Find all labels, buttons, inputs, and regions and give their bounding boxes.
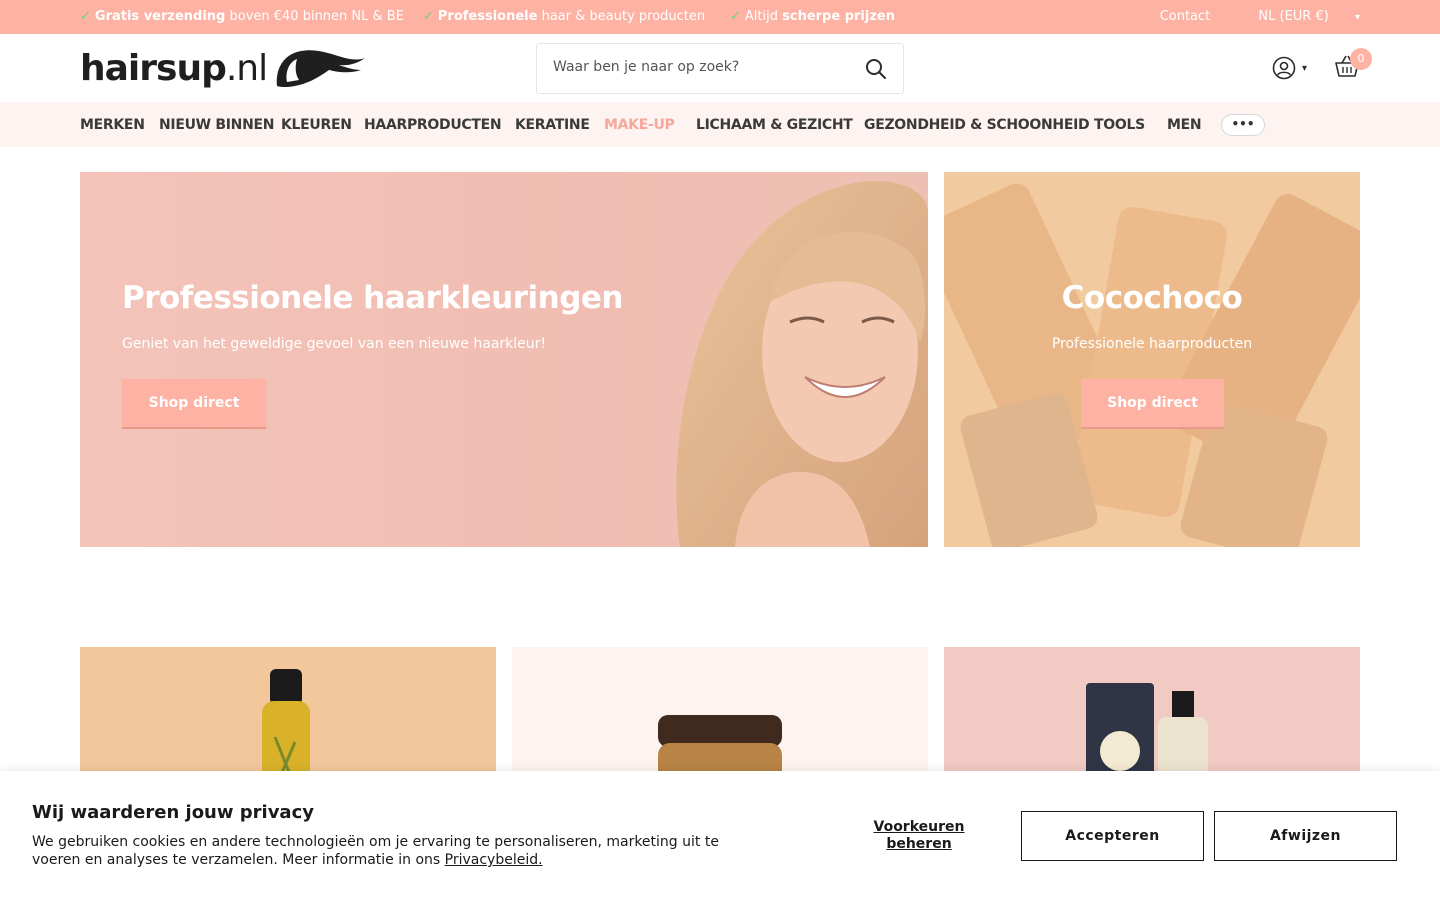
check-icon: ✓: [423, 9, 434, 24]
hero-banner-cocochoco[interactable]: Cocochoco Professionele haarproducten Sh…: [944, 172, 1360, 547]
cookie-consent-banner: Wij waarderen jouw privacy We gebruiken …: [0, 771, 1440, 900]
banner-subtitle: Professionele haarproducten: [1051, 336, 1253, 352]
hero-banner-hair-coloring[interactable]: Professionele haarkleuringen Geniet van …: [80, 172, 928, 547]
site-header: hairsup.nl ▾ 0: [0, 34, 1440, 102]
logo[interactable]: hairsup.nl: [80, 46, 366, 90]
banner-subtitle: Geniet van het geweldige gevoel van een …: [122, 336, 547, 352]
usp-professional: ✓ Professionele haar & beauty producten: [423, 9, 706, 24]
chevron-down-icon: ▾: [1302, 62, 1308, 74]
smiling-woman-image: [80, 172, 928, 547]
locale-selector[interactable]: NL (EUR €) ▾: [1236, 9, 1360, 24]
hair-logo-icon: [276, 50, 366, 88]
topbar-links: Contact NL (EUR €) ▾: [1138, 9, 1360, 24]
user-icon: [1272, 56, 1296, 80]
search-icon[interactable]: [865, 58, 887, 84]
cart-count-badge: 0: [1350, 48, 1372, 70]
privacy-policy-link[interactable]: Privacybeleid.: [445, 852, 543, 868]
manage-preferences-button[interactable]: Voorkeuren beheren: [862, 819, 976, 853]
shop-direct-button[interactable]: Shop direct: [1081, 379, 1224, 427]
main-nav: MERKEN NIEUW BINNEN KLEUREN HAARPRODUCTE…: [0, 102, 1440, 147]
search-bar[interactable]: [536, 43, 904, 94]
nav-item-haarproducten[interactable]: HAARPRODUCTEN: [364, 117, 502, 133]
account-menu[interactable]: ▾: [1272, 56, 1307, 80]
accept-button[interactable]: Accepteren: [1021, 811, 1204, 861]
nav-item-tools[interactable]: TOOLS: [1094, 117, 1145, 133]
nav-item-keratine[interactable]: KERATINE: [515, 117, 590, 133]
cookie-text: We gebruiken cookies en andere technolog…: [32, 834, 719, 868]
nav-item-merken[interactable]: MERKEN: [80, 117, 145, 133]
nav-item-kleuren[interactable]: KLEUREN: [281, 117, 352, 133]
chevron-down-icon: ▾: [1354, 12, 1360, 23]
cart-button[interactable]: 0: [1334, 48, 1372, 82]
reject-button[interactable]: Afwijzen: [1214, 811, 1397, 861]
nav-item-nieuw-binnen[interactable]: NIEUW BINNEN: [159, 117, 274, 133]
shop-direct-button[interactable]: Shop direct: [122, 379, 266, 427]
check-icon: ✓: [730, 9, 741, 24]
nav-more-button[interactable]: •••: [1221, 114, 1265, 136]
usp-free-shipping: ✓ Gratis verzending boven €40 binnen NL &…: [80, 9, 404, 24]
search-input[interactable]: [553, 59, 843, 75]
banner-title: Professionele haarkleuringen: [122, 280, 623, 316]
banner-title: Cocochoco: [1061, 280, 1243, 316]
check-icon: ✓: [80, 9, 91, 24]
nav-item-lichaam-gezicht[interactable]: LICHAAM & GEZICHT: [696, 117, 853, 133]
nav-item-men[interactable]: MEN: [1167, 117, 1202, 133]
nav-item-make-up[interactable]: MAKE-UP: [604, 117, 675, 133]
nav-item-gezondheid-schoonheid[interactable]: GEZONDHEID & SCHOONHEID: [864, 117, 1090, 133]
cookie-title: Wij waarderen jouw privacy: [32, 802, 314, 823]
cocochoco-products-image: [944, 172, 1360, 547]
usp-sharp-prices: ✓ Altijd scherpe prijzen: [730, 9, 895, 24]
contact-link[interactable]: Contact: [1160, 9, 1211, 24]
top-usp-bar: ✓ Gratis verzending boven €40 binnen NL &…: [0, 0, 1440, 34]
